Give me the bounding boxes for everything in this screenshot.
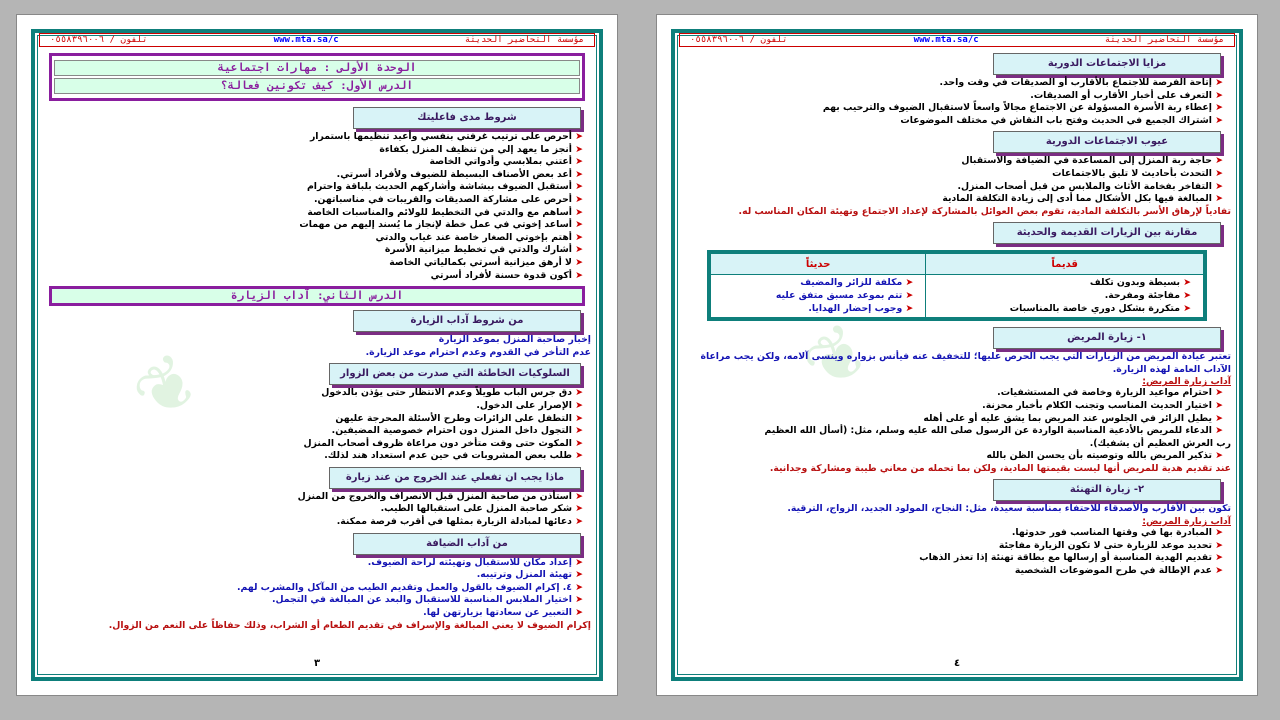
section-title: ١- زيارة المريض (993, 327, 1221, 350)
advantages-list: إتاحة الفرصة للاجتماع بالأقارب أو الصديق… (679, 77, 1235, 127)
header-phone: تلفون / ٠٥٥٨٣٩٦٠٠٦ (50, 35, 148, 45)
list-item: ٤. إكرام الضيوف بالقول والعمل وتقديم الط… (39, 582, 583, 595)
page-right: ❦ مؤسسة التحاضير الحديثة www.mta.sa/c تل… (656, 14, 1258, 696)
list-item: أستقبل الضيوف ببشاشة وأشاركهم الحديث بلب… (39, 181, 583, 194)
list-item: شكر صاحبة المنزل على استقبالها الطيب. (39, 503, 583, 516)
paragraph: إخبار صاحبة المنزل بموعد الزيارة (438, 334, 591, 346)
effectiveness-list: أحرص على ترتيب غرفتي بنفسي وأعيد تنظيمها… (39, 131, 595, 282)
list-item: تتم بموعد مسبق متفق عليه (711, 290, 913, 303)
section-title: ماذا يجب ان تفعلي عند الخروج من عند زيار… (329, 466, 581, 489)
paragraph: رب العرش العظيم أن يشفيك). (1089, 437, 1231, 449)
section-title: مقارنة بين الزيارات القديمة والحديثة (993, 222, 1221, 245)
section-title: شروط مدى فاعليتك (353, 107, 581, 129)
list-item: تحديد موعد للزيارة حتى لا تكون الزيارة م… (679, 540, 1223, 553)
list-item: التطفل على الزائرات وطرح الأسئلة المحرجة… (39, 413, 583, 426)
sick-visit-list: احترام مواعيد الزيارة وخاصة في المستشفيا… (679, 387, 1235, 437)
list-item: تقديم الهدية المناسبة أو إرسالها مع بطاق… (679, 552, 1223, 565)
note-text: عند تقديم هدية للمريض أنها ليست بقيمتها … (769, 462, 1231, 474)
list-item: استأذن من صاحبة المنزل قبل الانصراف والخ… (39, 491, 583, 504)
list-item: أكون قدوة حسنة لأفراد أسرتي (39, 270, 583, 283)
section-title: من آداب الضيافة (353, 532, 581, 555)
sick-visit-list-cont: تذكير المريض بالله وتوصيته بأن يحسن الظن… (679, 450, 1235, 463)
list-item: الإصرار على الدخول. (39, 400, 583, 413)
list-item: احترام مواعيد الزيارة وخاصة في المستشفيا… (679, 387, 1223, 400)
list-item: المبالغة فيها بكل الأشكال مما أدى إلى زي… (679, 193, 1223, 206)
table-cell-new: مكلفة للزائر والمضيف تتم بموعد مسبق متفق… (708, 274, 927, 320)
note-text: تفادياً لإرهاق الأسر بالتكلفة المادية، ت… (738, 205, 1231, 217)
subheading: آداب زيارة المريض: (1142, 516, 1231, 528)
lesson-title: الدرس الثاني: آداب الزيارة (49, 286, 585, 307)
list-item: متكررة بشكل دوري خاصة بالمناسبات (926, 303, 1191, 316)
list-item: الدعاء للمريض بالأدعية المناسبة الواردة … (679, 425, 1223, 438)
list-item: اشتراك الجميع في الحديث وفتح باب النقاش … (679, 115, 1223, 128)
list-item: التحدث بأحاديث لا تليق بالاجتماعات (679, 168, 1223, 181)
list-item: التعبير عن سعادتها بزيارتهن لها. (39, 607, 583, 620)
table-header-old: قديماً (925, 251, 1206, 276)
section-title: السلوكيات الخاطئة التي صدرت من بعض الزوا… (329, 363, 581, 386)
list-item: المبادرة بها في وقتها المناسب فور حدوثها… (679, 527, 1223, 540)
table-cell-old: بسيطة وبدون تكلف مفاجئة ومفرحة. متكررة ب… (925, 274, 1206, 320)
list-item: اختيار الحديث المناسب وتجنب الكلام بأخبا… (679, 400, 1223, 413)
paragraph: تعتبر عيادة المريض من الزيارات التي يجب … (700, 351, 1231, 375)
section-title: عيوب الاجتماعات الدورية (993, 131, 1221, 154)
list-item: اختيار الملابس المناسبة للاستقبال والبعد… (39, 594, 583, 607)
list-item: وجوب إحضار الهدايا. (711, 303, 913, 316)
list-item: حاجة ربة المنزل إلى المساعدة في الضيافة … (679, 155, 1223, 168)
list-item: أحرص على ترتيب غرفتي بنفسي وأعيد تنظيمها… (39, 131, 583, 144)
wrong-behaviors-list: دق جرس الباب طويلاً وعدم الانتظار حتى يؤ… (39, 387, 595, 463)
list-item: عدم الإطالة في طرح الموضوعات الشخصية (679, 565, 1223, 578)
page-left: ❦ مؤسسة التحاضير الحديثة www.mta.sa/c تل… (16, 14, 618, 696)
list-item: إعداد مكان للاستقبال وتهيئته لراحة الضيو… (39, 557, 583, 570)
header-phone: تلفون / ٠٥٥٨٣٩٦٠٠٦ (690, 35, 788, 45)
note-text: إكرام الضيوف لا يعني المبالغة والإسراف ف… (108, 619, 591, 631)
page-header: مؤسسة التحاضير الحديثة www.mta.sa/c تلفو… (679, 33, 1235, 47)
header-website[interactable]: www.mta.sa/c (914, 35, 979, 45)
lesson-title: الدرس الأول: كيف تكونين فعالة؟ (54, 78, 580, 94)
header-website[interactable]: www.mta.sa/c (274, 35, 339, 45)
list-item: أحرص على مشاركة الصديقات والقريبات في من… (39, 194, 583, 207)
list-item: لا أرهق ميزانية أسرتي بكمالياتي الخاصة (39, 257, 583, 270)
section-title: مزايا الاجتماعات الدورية (993, 53, 1221, 75)
list-item: إتاحة الفرصة للاجتماع بالأقارب أو الصديق… (679, 77, 1223, 90)
list-item: يطيل الزائر في الجلوس عند المريض بما يشق… (679, 413, 1223, 426)
header-title: مؤسسة التحاضير الحديثة (1104, 35, 1224, 45)
list-item: أشارك والدتي في تخطيط ميزانية الأسرة (39, 244, 583, 257)
list-item: التجول داخل المنزل دون احترام خصوصية الم… (39, 425, 583, 438)
list-item: أساعد إخوتي في عمل خطة لإنجاز ما يُسند إ… (39, 219, 583, 232)
header-title: مؤسسة التحاضير الحديثة (464, 35, 584, 45)
list-item: أعد بعض الأصناف البسيطة للضيوف ولأفراد أ… (39, 169, 583, 182)
section-title: ٢- زيارة التهنئة (993, 479, 1221, 502)
list-item: مكلفة للزائر والمضيف (711, 277, 913, 290)
list-item: التعرف على أخبار الأقارب أو الصديقات. (679, 90, 1223, 103)
congrats-list: المبادرة بها في وقتها المناسب فور حدوثها… (679, 527, 1235, 577)
list-item: تهيئة المنزل وترتيبه. (39, 569, 583, 582)
page-header: مؤسسة التحاضير الحديثة www.mta.sa/c تلفو… (39, 33, 595, 47)
list-item: بسيطة وبدون تكلف (926, 277, 1191, 290)
list-item: إعطاء ربة الأسرة المسؤولة عن الاجتماع مج… (679, 102, 1223, 115)
list-item: مفاجئة ومفرحة. (926, 290, 1191, 303)
list-item: طلب بعض المشروبات في حين عدم استعداد هند… (39, 450, 583, 463)
unit-title-box: الوحدة الأولى : مهارات اجتماعية الدرس ال… (49, 53, 585, 101)
unit-title: الوحدة الأولى : مهارات اجتماعية (54, 60, 580, 76)
section-title: من شروط آداب الزيارة (353, 310, 581, 333)
subheading: آداب زيارة المريض: (1142, 376, 1231, 388)
page-number: ٤ (953, 658, 961, 669)
leaving-list: استأذن من صاحبة المنزل قبل الانصراف والخ… (39, 491, 595, 529)
list-item: أهتم بإخوتي الصغار خاصة عند غياب والدتي (39, 232, 583, 245)
list-item: أساهم مع والدتي في التخطيط للولائم والمن… (39, 207, 583, 220)
comparison-table: قديماً حديثاً بسيطة وبدون تكلف مفاجئة وم… (707, 250, 1207, 322)
table-header-new: حديثاً (708, 251, 927, 276)
list-item: دعائها لمبادلة الزيارة بمثلها في أقرب فر… (39, 516, 583, 529)
paragraph: تكون بين الأقارب والأصدقاء للاحتفاء بمنا… (787, 503, 1231, 515)
list-item: أنجز ما يعهد إلي من تنظيف المنزل بكفاءة (39, 144, 583, 157)
page-number: ٣ (313, 658, 321, 669)
disadvantages-list: حاجة ربة المنزل إلى المساعدة في الضيافة … (679, 155, 1235, 205)
list-item: تذكير المريض بالله وتوصيته بأن يحسن الظن… (679, 450, 1223, 463)
paragraph: عدم التأخر في القدوم وعدم احترام موعد ال… (365, 346, 591, 358)
list-item: دق جرس الباب طويلاً وعدم الانتظار حتى يؤ… (39, 387, 583, 400)
list-item: المكوث حتى وقت متأخر دون مراعاة ظروف أصح… (39, 438, 583, 451)
list-item: أعتني بملابسي وأدواتي الخاصة (39, 156, 583, 169)
list-item: التفاخر بفخامة الأثاث والملابس من قبل أص… (679, 181, 1223, 194)
hospitality-list: إعداد مكان للاستقبال وتهيئته لراحة الضيو… (39, 557, 595, 620)
